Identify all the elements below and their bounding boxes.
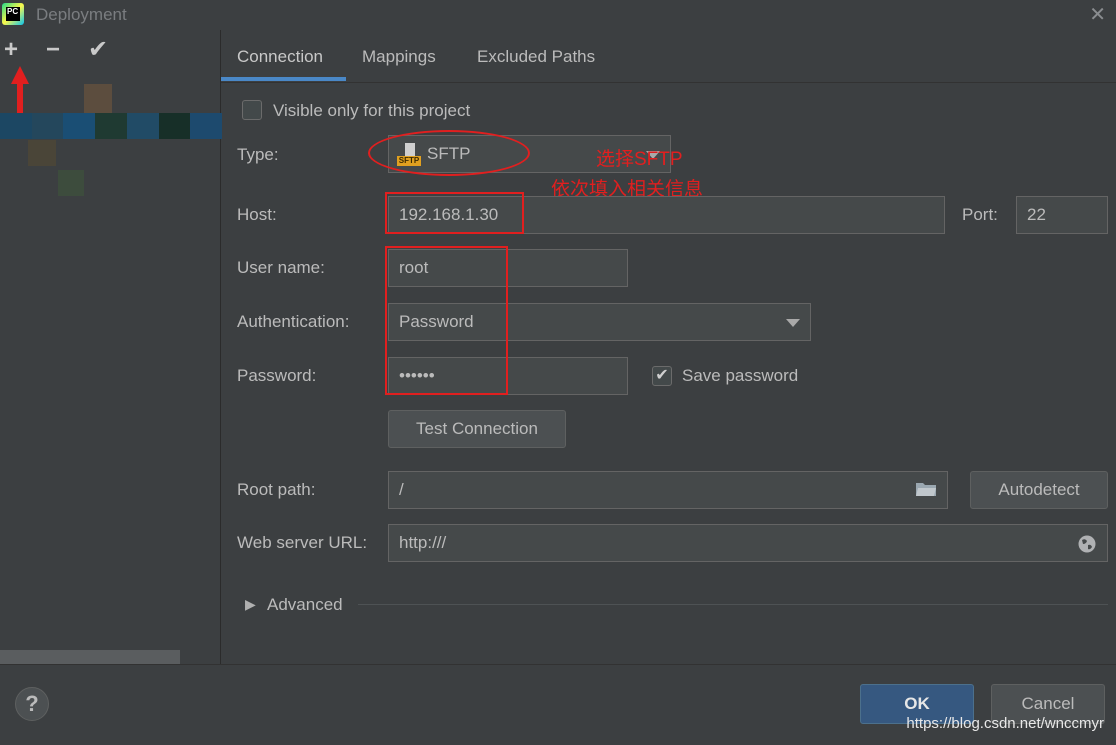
tab-mappings[interactable]: Mappings: [362, 47, 436, 67]
advanced-divider: [358, 604, 1108, 605]
footer-divider: [0, 664, 1116, 665]
annotation-box-credentials: [385, 246, 508, 395]
save-password-checkbox[interactable]: ✔: [652, 366, 672, 386]
set-default-button[interactable]: ✔: [88, 38, 108, 62]
port-input[interactable]: 22: [1016, 196, 1108, 234]
add-server-button[interactable]: +: [4, 38, 18, 62]
username-label: User name:: [237, 258, 325, 277]
server-list-panel: + − ✔: [0, 30, 223, 664]
root-path-input[interactable]: /: [388, 471, 948, 509]
globe-icon[interactable]: [1077, 534, 1097, 554]
blurred-pixel: [84, 84, 112, 114]
active-tab-indicator: [221, 77, 346, 81]
port-label: Port:: [962, 205, 998, 224]
save-password-label: Save password: [682, 366, 799, 385]
web-server-url-label: Web server URL:: [237, 533, 368, 552]
tab-bar: Connection Mappings Excluded Paths: [221, 30, 1116, 83]
expand-triangle-icon[interactable]: ▶: [245, 596, 256, 613]
visible-only-checkbox[interactable]: [242, 100, 262, 120]
authentication-label: Authentication:: [237, 312, 350, 331]
watermark-text: https://blog.csdn.net/wnccmyr: [906, 715, 1104, 732]
deployment-dialog: PC Deployment ✕ + − ✔ Connection Mapping…: [0, 0, 1116, 745]
blurred-pixel: [28, 140, 56, 166]
blurred-pixel: [58, 170, 84, 196]
root-path-value: /: [399, 480, 404, 499]
window-title: Deployment: [36, 5, 127, 24]
web-server-url-input[interactable]: http:///: [388, 524, 1108, 562]
root-path-label: Root path:: [237, 480, 316, 499]
test-connection-button[interactable]: Test Connection: [388, 410, 566, 448]
autodetect-button[interactable]: Autodetect: [970, 471, 1108, 509]
help-button[interactable]: ?: [15, 687, 49, 721]
close-icon[interactable]: ✕: [1089, 2, 1106, 27]
remove-server-button[interactable]: −: [46, 38, 60, 62]
annotation-ellipse: [368, 130, 530, 176]
web-server-url-value: http:///: [399, 533, 447, 552]
password-label: Password:: [237, 366, 317, 385]
host-label: Host:: [237, 205, 277, 224]
horizontal-scrollbar[interactable]: [0, 650, 180, 664]
visible-only-label: Visible only for this project: [273, 101, 471, 120]
folder-icon[interactable]: [915, 481, 937, 497]
annotation-text-1: 选择SFTP: [596, 149, 683, 170]
annotation-box-host: [385, 192, 524, 234]
advanced-section-toggle[interactable]: Advanced: [267, 595, 343, 615]
tab-connection[interactable]: Connection: [237, 47, 323, 67]
server-list-item[interactable]: [0, 113, 223, 139]
title-bar: PC Deployment ✕: [0, 0, 1116, 30]
tab-excluded-paths[interactable]: Excluded Paths: [477, 47, 595, 67]
chevron-down-icon: [786, 319, 800, 327]
pycharm-logo-icon: PC: [2, 3, 24, 25]
type-label: Type:: [237, 145, 279, 164]
